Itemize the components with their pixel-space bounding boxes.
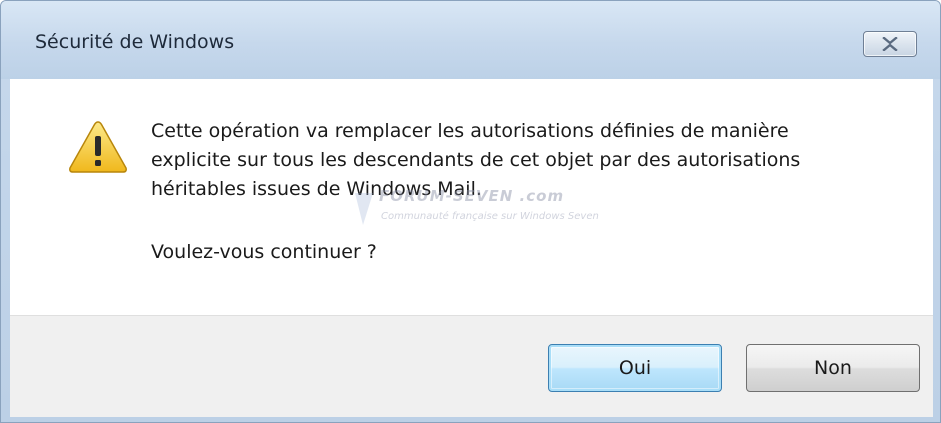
yes-button-label: Oui — [618, 357, 652, 379]
close-button[interactable] — [863, 31, 917, 57]
close-icon — [882, 37, 898, 51]
forum-watermark: FORUM-SEVEN .com Communauté française su… — [351, 187, 631, 239]
dialog-question: Voulez-vous continuer ? — [151, 241, 377, 263]
watermark-title: FORUM-SEVEN .com — [379, 187, 565, 205]
dialog-window: Sécurité de Windows Cette opération va r… — [0, 0, 941, 423]
no-button-label: Non — [814, 357, 852, 379]
warning-icon — [69, 121, 127, 173]
no-button[interactable]: Non — [746, 344, 920, 392]
window-title: Sécurité de Windows — [35, 31, 235, 53]
message-line: explicite sur tous les descendants de ce… — [151, 149, 801, 171]
message-line: Cette opération va remplacer les autoris… — [151, 120, 789, 142]
watermark-subtitle: Communauté française sur Windows Seven — [381, 211, 599, 222]
title-bar[interactable]: Sécurité de Windows — [1, 1, 940, 79]
yes-button[interactable]: Oui — [548, 344, 722, 392]
watermark-logo-icon — [355, 193, 373, 225]
